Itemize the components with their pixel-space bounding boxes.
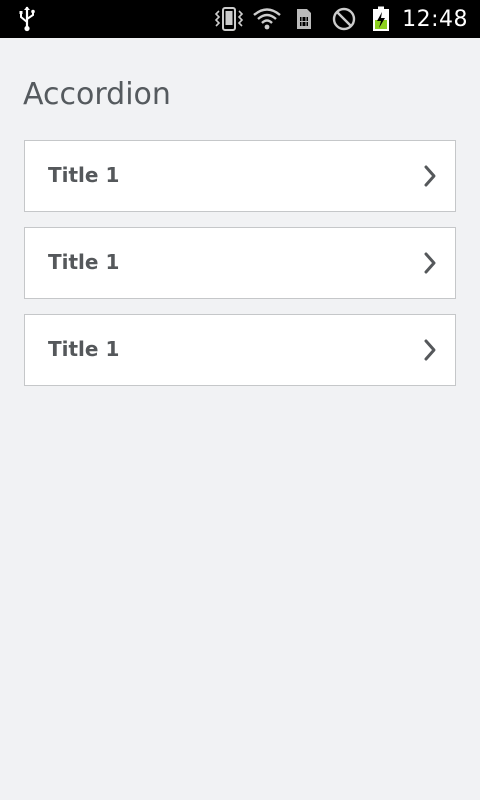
accordion-item-3[interactable]: Title 1: [24, 314, 456, 386]
chevron-right-icon: [424, 339, 436, 361]
page-title: Accordion: [23, 77, 171, 112]
battery-charging-icon: [368, 0, 394, 38]
accordion-item-title: Title 1: [48, 337, 120, 361]
accordion-item-1[interactable]: Title 1: [24, 140, 456, 212]
sim-card-icon: [292, 0, 316, 38]
accordion-item-title: Title 1: [48, 250, 120, 274]
status-clock: 12:48: [402, 7, 468, 32]
accordion-item-2[interactable]: Title 1: [24, 227, 456, 299]
vibrate-icon: [212, 0, 246, 38]
chevron-right-icon: [424, 252, 436, 274]
wifi-icon: [250, 0, 284, 38]
no-signal-icon: [330, 0, 358, 38]
accordion-item-title: Title 1: [48, 163, 120, 187]
usb-icon: [14, 0, 40, 38]
status-bar: 12:48: [0, 0, 480, 38]
chevron-right-icon: [424, 165, 436, 187]
accordion: Title 1 Title 1 Title 1: [24, 140, 456, 401]
